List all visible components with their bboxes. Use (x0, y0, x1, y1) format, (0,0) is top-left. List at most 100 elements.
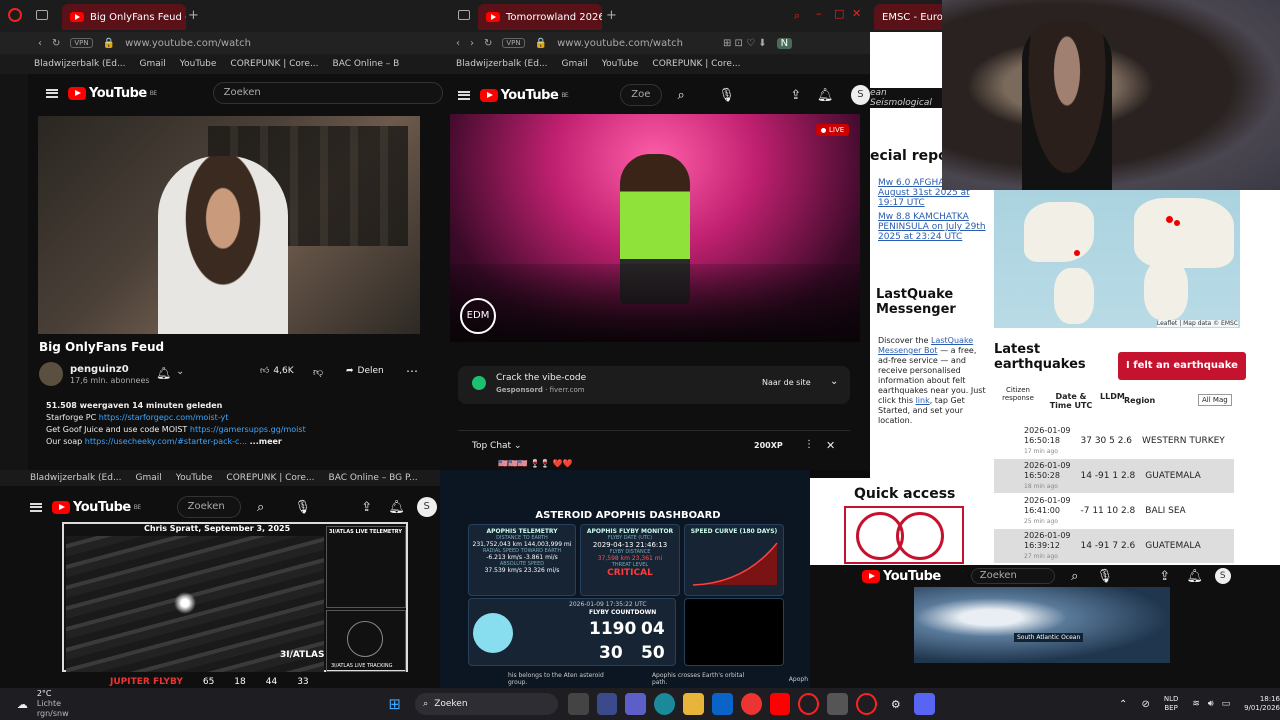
vpn-badge[interactable]: VPN (70, 38, 93, 48)
teams-icon[interactable] (625, 693, 647, 715)
search-input[interactable]: Zoeken (212, 82, 443, 104)
satellite-video[interactable]: South Atlantic Ocean (914, 587, 1170, 663)
desc-link[interactable]: https://starforgepc.com/moist-yt (99, 413, 229, 422)
sponsored-ad[interactable]: Crack the vibe-code Gesponsord · fiverr.… (458, 366, 850, 404)
tray-chevron-icon[interactable]: ⌃ (1119, 699, 1127, 710)
back-icon[interactable]: ‹ (38, 38, 42, 49)
settings-icon[interactable]: ⚙ (885, 693, 906, 715)
live-video-player[interactable]: LIVE EDM (450, 114, 860, 342)
photos-icon[interactable] (596, 693, 618, 715)
new-tab-icon[interactable]: + (606, 8, 617, 23)
bell-icon[interactable]: 🔔︎ (1185, 566, 1205, 586)
table-row[interactable]: 2026-01-09 16:39:12 27 min ago 14 -91 7 2.… (994, 529, 1234, 563)
youtube-logo[interactable]: YouTube BE (68, 86, 157, 101)
bookmark-item[interactable]: YouTube (176, 473, 213, 483)
avatar[interactable]: S (416, 497, 437, 517)
extensions-icon[interactable]: ⊞ ⊡ ♡ ⬇ (723, 38, 767, 49)
bookmark-item[interactable]: COREPUNK | Core... (652, 59, 740, 69)
url-field[interactable]: www.youtube.com/watch (557, 38, 683, 49)
search-input[interactable]: Zoeken (176, 496, 241, 518)
wifi-icon[interactable]: ≋ (1192, 699, 1200, 709)
upload-icon[interactable]: ⇪ (357, 497, 377, 517)
vpn-badge[interactable]: VPN (502, 38, 525, 48)
like-button[interactable]: 👍︎ 4,6K (260, 366, 294, 376)
microphone-icon[interactable]: 🎙︎ (1095, 566, 1115, 586)
bookmark-item[interactable]: COREPUNK | Core... (226, 473, 314, 483)
quake-marker[interactable] (1166, 216, 1173, 223)
youtube-logo[interactable]: YouTube BE (479, 88, 569, 103)
bookmark-item[interactable]: Bladwijzerbalk (Ed... (30, 473, 122, 483)
network-icon[interactable]: ⊘ (1141, 699, 1149, 710)
close-chat-icon[interactable]: ✕ (826, 439, 835, 452)
clock[interactable]: 18:16 9/01/2026 (1244, 695, 1280, 713)
desc-link[interactable]: https://usecheeky.com/#starter-pack-c... (85, 437, 247, 446)
discord-icon[interactable] (914, 693, 936, 715)
desc-link[interactable]: https://gamersupps.gg/moist (190, 425, 306, 434)
visit-site-button[interactable]: Naar de site (762, 378, 811, 387)
calculator-icon[interactable] (827, 693, 849, 715)
minimize-icon[interactable]: – (816, 7, 822, 20)
folder-icon[interactable] (683, 693, 704, 715)
quick-access-icons[interactable] (844, 506, 964, 564)
maximize-icon[interactable]: □ (834, 7, 844, 20)
menu-icon[interactable] (30, 502, 42, 512)
new-tab-icon[interactable]: + (188, 8, 199, 23)
earthquake-map[interactable]: Leaflet | Map data © EMSC (994, 190, 1240, 328)
opera-icon[interactable] (798, 693, 820, 715)
search-tabs-icon[interactable]: ⌕ (794, 9, 800, 23)
profile-chip[interactable]: N (776, 37, 793, 49)
dislike-button[interactable]: 👎︎ (313, 366, 323, 378)
description-box[interactable]: 51.508 weergaven 14 minuten geleden Star… (38, 394, 420, 460)
search-icon[interactable]: ⌕ (672, 85, 691, 105)
weather-widget[interactable]: 2°C Lichte rgn/snw (37, 689, 92, 719)
menu-icon[interactable] (458, 90, 470, 100)
outlook-icon[interactable] (711, 693, 733, 715)
upload-icon[interactable]: ⇪ (786, 85, 805, 105)
bell-icon[interactable]: 🔔︎ (156, 366, 171, 380)
search-input[interactable]: Zoeken (970, 568, 1055, 584)
more-icon[interactable]: ⋯ (406, 364, 418, 378)
channel-avatar[interactable] (39, 362, 63, 386)
back-icon[interactable]: ‹ (456, 38, 460, 49)
bookmark-item[interactable]: BAC Online – BG P... (329, 473, 418, 483)
edge-icon[interactable] (654, 693, 676, 715)
menu-icon[interactable] (46, 88, 58, 98)
reload-icon[interactable]: ↻ (484, 38, 492, 49)
avatar[interactable]: S (850, 85, 870, 105)
bookmark-item[interactable]: BAC Online – B (333, 59, 400, 69)
file-explorer-icon[interactable] (567, 693, 589, 715)
chevron-down-icon[interactable]: ⌄ (176, 366, 184, 377)
chat-mode-selector[interactable]: Top Chat ⌄ (472, 441, 522, 451)
weather-icon[interactable]: ☁ (12, 693, 33, 715)
microphone-icon[interactable]: 🎙︎ (717, 85, 736, 105)
search-icon[interactable]: ⌕ (251, 497, 271, 517)
tab-video[interactable]: Tomorrowland 2026 🎉 (478, 4, 602, 30)
table-row[interactable]: 2026-01-09 16:50:18 17 min ago 37 30 5 2.6… (994, 424, 1234, 458)
microphone-icon[interactable]: 🎙︎ (293, 497, 313, 517)
language-indicator[interactable]: NLD BEP (1164, 695, 1179, 713)
magnitude-filter[interactable]: All Mag (1198, 394, 1232, 406)
window-icon[interactable] (458, 10, 470, 20)
channel-name[interactable]: penguinz0 (70, 364, 129, 375)
bookmark-item[interactable]: YouTube (180, 59, 217, 69)
bookmark-item[interactable]: Gmail (136, 473, 162, 483)
bookmark-item[interactable]: Bladwijzerbalk (Ed... (456, 59, 548, 69)
bell-icon[interactable]: 🔔︎ (387, 497, 407, 517)
opera-gx-icon[interactable] (856, 693, 878, 715)
close-icon[interactable]: ✕ (852, 7, 861, 20)
bell-icon[interactable]: 🔔︎ (815, 85, 834, 105)
bookmark-item[interactable]: Gmail (562, 59, 588, 69)
video-player[interactable]: 3I/ATLAS Chris Spratt, September 3, 2025… (62, 522, 408, 672)
url-field[interactable]: www.youtube.com/watch (125, 38, 251, 49)
avatar[interactable]: S (1214, 568, 1231, 584)
taskbar-search[interactable]: ⌕ Zoeken (415, 693, 558, 715)
report-link[interactable]: Mw 8.8 KAMCHATKA PENINSULA on July 29th … (878, 212, 988, 242)
felt-earthquake-button[interactable]: I felt an earthquake (1118, 352, 1246, 380)
forward-icon[interactable]: › (470, 38, 474, 49)
youtube-icon[interactable] (769, 693, 791, 715)
video-player[interactable] (38, 116, 420, 334)
search-icon[interactable]: ⌕ (1065, 566, 1085, 586)
search-input[interactable]: Zoe (620, 84, 662, 106)
bookmark-item[interactable]: COREPUNK | Core... (230, 59, 318, 69)
youtube-logo[interactable]: YouTube BE (52, 500, 141, 515)
